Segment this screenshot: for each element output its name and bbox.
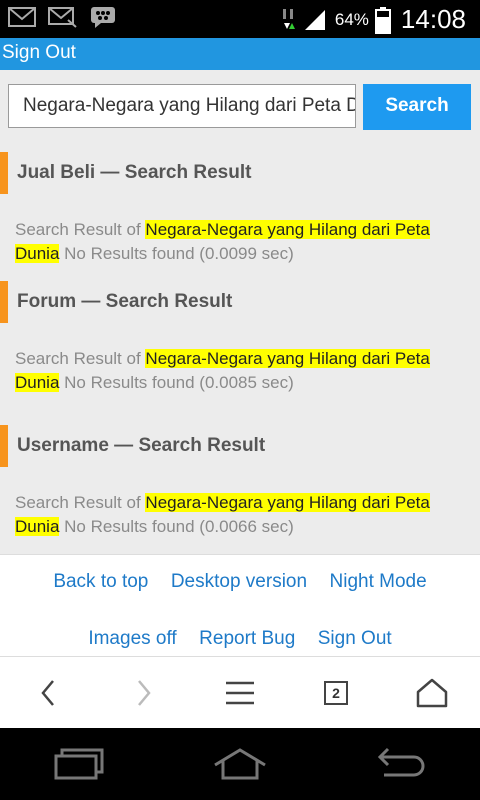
home-nav-button[interactable]: [160, 728, 320, 800]
chat-icon: [90, 6, 116, 28]
status-bar: 64% 14:08: [0, 0, 480, 38]
signal-icon: [303, 8, 327, 32]
result-status: No Results found (0.0085 sec): [64, 373, 294, 392]
mail-outline-icon: [48, 6, 78, 28]
desktop-version-link[interactable]: Desktop version: [171, 571, 307, 592]
chevron-left-icon: [41, 680, 54, 706]
result-section-username: Username — Search Result Search Result o…: [0, 425, 480, 539]
recent-apps-button[interactable]: [0, 728, 160, 800]
chevron-right-icon: [138, 680, 151, 706]
section-accent: [0, 281, 8, 323]
section-body: Search Result of Negara-Negara yang Hila…: [0, 347, 480, 395]
images-off-link[interactable]: Images off: [88, 628, 176, 649]
recent-apps-icon: [54, 748, 104, 780]
sign-out-link[interactable]: Sign Out: [318, 628, 392, 649]
result-prefix: Search Result of: [15, 349, 141, 368]
section-accent: [0, 425, 8, 467]
search-input[interactable]: Negara-Negara yang Hilang dari Peta Duni…: [8, 84, 356, 128]
result-section-forum: Forum — Search Result Search Result of N…: [0, 281, 480, 395]
search-button[interactable]: Search: [363, 84, 471, 130]
section-title: Forum — Search Result: [17, 291, 233, 312]
back-nav-icon: [377, 747, 425, 777]
result-prefix: Search Result of: [15, 220, 141, 239]
result-status: No Results found (0.0066 sec): [64, 517, 294, 536]
result-status: No Results found (0.0099 sec): [64, 244, 294, 263]
menu-icon: [226, 681, 254, 705]
home-button[interactable]: [384, 657, 480, 729]
section-body: Search Result of Negara-Negara yang Hila…: [0, 218, 480, 266]
section-accent: [0, 152, 8, 194]
result-prefix: Search Result of: [15, 493, 141, 512]
battery-icon: [374, 6, 391, 34]
browser-toolbar: 2: [0, 656, 480, 728]
section-title: Jual Beli — Search Result: [17, 162, 252, 183]
data-transfer-icon: [281, 7, 297, 33]
back-to-top-link[interactable]: Back to top: [53, 571, 148, 592]
battery-percent: 64%: [334, 9, 369, 29]
section-body: Search Result of Negara-Negara yang Hila…: [0, 491, 480, 539]
top-bar: Sign Out: [0, 38, 480, 70]
back-nav-button[interactable]: [320, 728, 480, 800]
system-nav-bar: [0, 728, 480, 800]
sign-out-link-top[interactable]: Sign Out: [2, 42, 76, 63]
footer-links: Back to top Desktop version Night Mode I…: [0, 554, 480, 656]
clock: 14:08: [400, 4, 466, 34]
section-title: Username — Search Result: [17, 435, 266, 456]
home-nav-icon: [214, 748, 266, 780]
tab-count-badge: 2: [324, 681, 348, 705]
tabs-button[interactable]: 2: [288, 657, 384, 729]
menu-button[interactable]: [192, 657, 288, 729]
search-results: Jual Beli — Search Result Search Result …: [0, 140, 480, 554]
night-mode-link[interactable]: Night Mode: [330, 571, 427, 592]
back-button[interactable]: [0, 657, 96, 729]
result-section-jual-beli: Jual Beli — Search Result Search Result …: [0, 152, 480, 266]
forward-button[interactable]: [96, 657, 192, 729]
search-bar: Negara-Negara yang Hilang dari Peta Duni…: [0, 70, 480, 140]
report-bug-link[interactable]: Report Bug: [199, 628, 295, 649]
mail-icon: [8, 6, 36, 28]
home-icon: [416, 678, 448, 708]
